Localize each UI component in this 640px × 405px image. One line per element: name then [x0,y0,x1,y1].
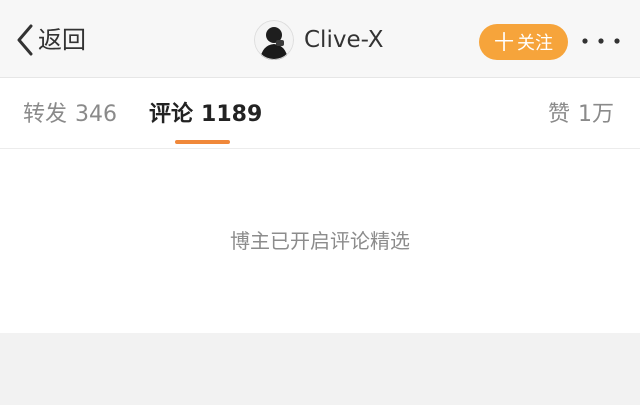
tab-comment[interactable]: 评论 1189 [149,100,262,130]
profile-header[interactable]: Clive-X [254,20,384,60]
tab-comment-count: 1189 [201,102,263,127]
comments-screen: 返回 Clive-X 十关注 转发 346 评论 1189 赞 1万 博主已开启… [0,0,640,405]
follow-button[interactable]: 十关注 [479,24,568,60]
follow-label: 关注 [517,33,553,54]
avatar[interactable] [254,20,294,60]
tab-repost-count: 346 [75,102,118,127]
tab-repost-label: 转发 [23,102,68,127]
tab-like-label: 赞 [547,102,570,127]
bottom-spacer [0,333,640,405]
comments-panel: 博主已开启评论精选 [0,149,640,333]
more-button[interactable] [580,32,622,50]
tab-repost[interactable]: 转发 346 [23,100,117,130]
comment-selection-notice: 博主已开启评论精选 [230,229,410,253]
tab-comment-label: 评论 [149,102,194,127]
more-dots-icon [580,32,622,50]
back-button[interactable]: 返回 [16,22,86,58]
feedback-tabs: 转发 346 评论 1189 赞 1万 [0,78,640,149]
back-label: 返回 [38,26,86,54]
active-tab-indicator [175,140,230,144]
tab-like-count: 1万 [578,102,614,127]
top-navigation-bar: 返回 Clive-X 十关注 [0,0,640,78]
username[interactable]: Clive-X [304,20,384,60]
chevron-left-icon [16,24,34,56]
plus-icon: 十 [494,30,514,54]
tab-like[interactable]: 赞 1万 [548,100,614,130]
